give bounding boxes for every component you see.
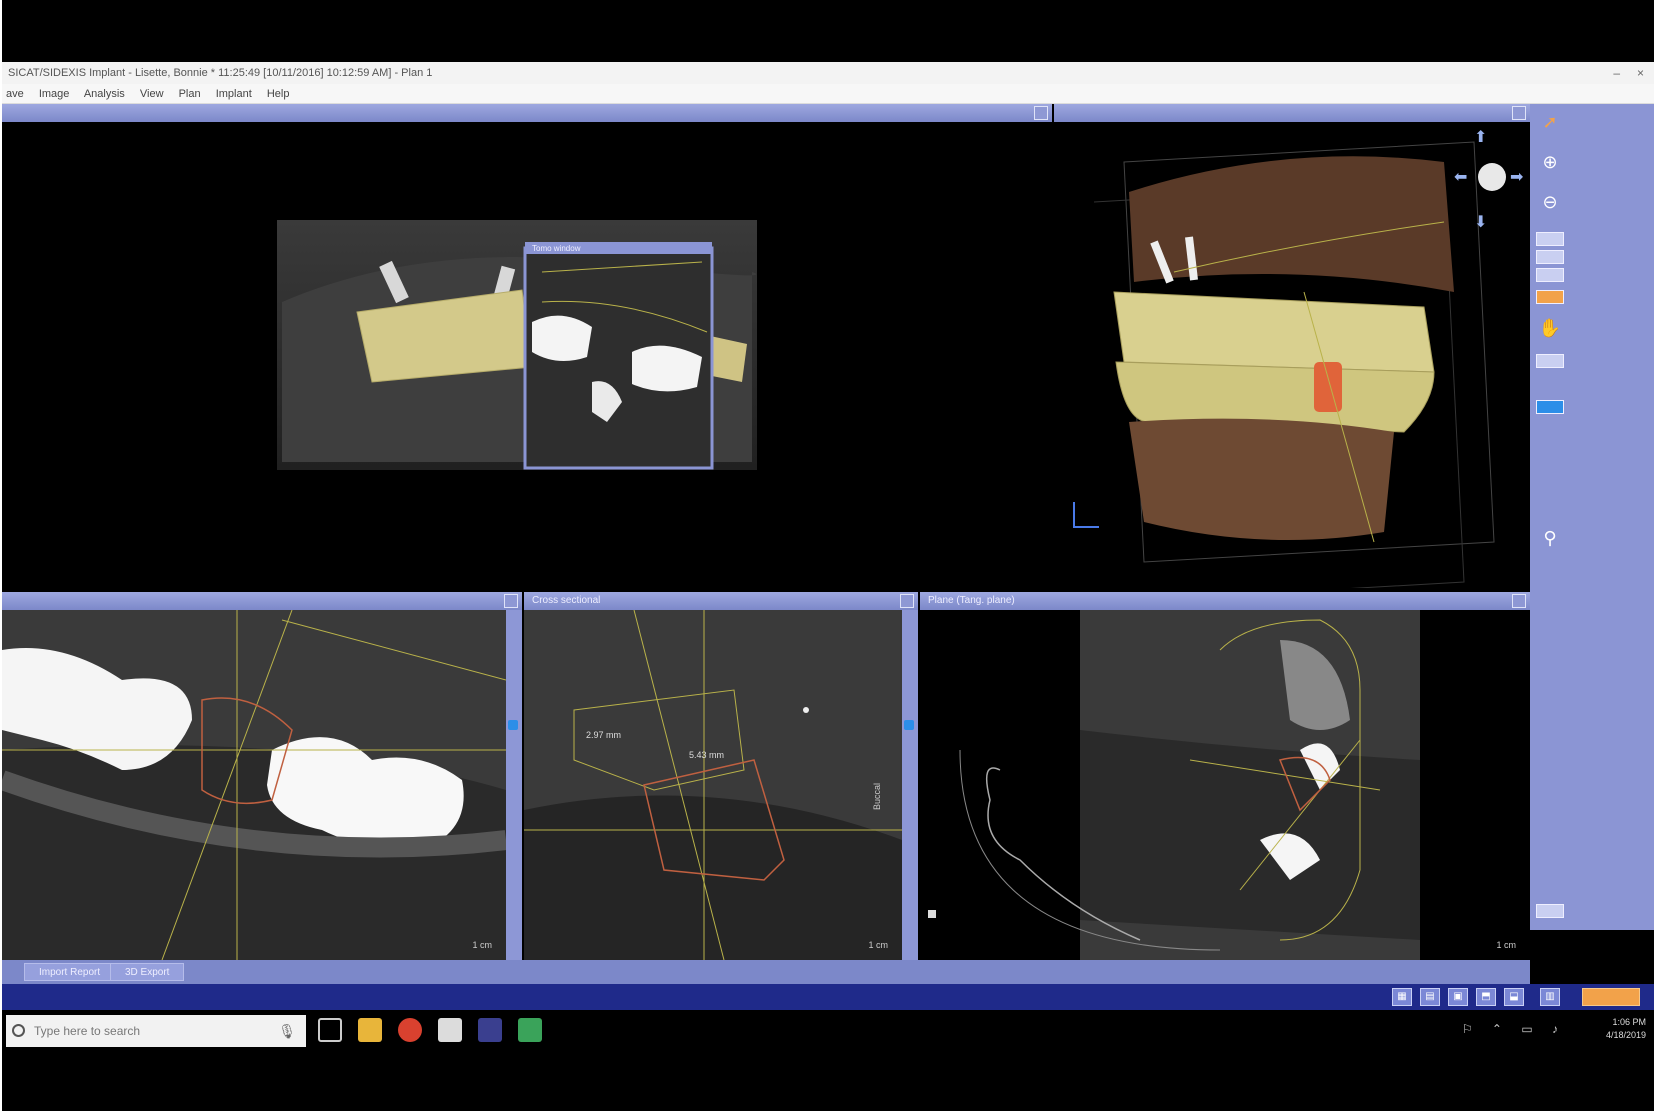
hand-tool-icon[interactable]: ✋ (1536, 314, 1564, 342)
screen-frame: SICAT/SIDEXIS Implant - Lisette, Bonnie … (2, 0, 1654, 1111)
maximize-icon[interactable] (1512, 594, 1526, 608)
axial-view-panel[interactable]: 1 cm (2, 592, 522, 960)
microphone-icon[interactable]: 🎙 (278, 1015, 296, 1047)
print-icon[interactable]: ▥ (1540, 988, 1560, 1006)
active-tool-icon[interactable] (1536, 290, 1564, 304)
tab-import-report[interactable]: Import Report (24, 963, 116, 981)
axial-image[interactable]: 1 cm (2, 610, 506, 960)
menu-bar: ave Image Analysis View Plan Implant Hel… (2, 84, 1654, 104)
menu-help[interactable]: Help (267, 88, 290, 100)
implant-app-icon[interactable] (478, 1018, 502, 1042)
svg-text:➡: ➡ (1510, 167, 1523, 186)
maximize-icon[interactable] (504, 594, 518, 608)
tangential-scale-label: 1 cm (1496, 940, 1516, 950)
panoramic-view-panel[interactable]: Tomo window (2, 104, 1052, 588)
chrome-icon[interactable] (398, 1018, 422, 1042)
menu-plan[interactable]: Plan (179, 88, 201, 100)
volume-3d-view-panel[interactable]: ⬆ ⬇ ⬅ ➡ (1054, 104, 1530, 588)
menu-view[interactable]: View (140, 88, 164, 100)
zoom-in-icon[interactable]: ⊕ (1536, 148, 1564, 176)
menu-implant[interactable]: Implant (216, 88, 252, 100)
close-button[interactable]: × (1637, 62, 1644, 84)
selected-tool-icon[interactable] (1536, 400, 1564, 414)
bottom-bezel (2, 1050, 1654, 1106)
svg-text:⬆: ⬆ (1474, 127, 1487, 146)
slider-thumb[interactable] (904, 720, 914, 730)
panoramic-image[interactable]: Tomo window (2, 122, 1052, 588)
notepad-icon[interactable] (438, 1018, 462, 1042)
export-icon[interactable]: ⬒ (1476, 988, 1496, 1006)
system-tray-icons[interactable]: ⚐ ⌃ ▭ ♪ (1462, 1022, 1566, 1036)
layout-tool-2-icon[interactable] (1536, 250, 1564, 264)
task-view-icon[interactable] (318, 1018, 342, 1042)
cross-section-view-panel[interactable]: Cross sectional 2.97 mm 5.43 mm Buccal 1… (524, 592, 918, 960)
cross-panel-title: Cross sectional (532, 595, 601, 606)
search-placeholder: Type here to search (34, 1024, 141, 1038)
layout-tool-3-icon[interactable] (1536, 268, 1564, 282)
window-title: SICAT/SIDEXIS Implant - Lisette, Bonnie … (8, 67, 433, 79)
window-title-bar: SICAT/SIDEXIS Implant - Lisette, Bonnie … (2, 62, 1654, 84)
maximize-icon[interactable] (900, 594, 914, 608)
minimize-button[interactable]: – (1613, 62, 1620, 84)
buccal-label: Buccal (872, 783, 882, 810)
tab-3d-export[interactable]: 3D Export (110, 963, 185, 981)
zoom-out-icon[interactable]: ⊖ (1536, 188, 1564, 216)
share-icon[interactable]: ⬓ (1504, 988, 1524, 1006)
report-icon[interactable]: ▣ (1448, 988, 1468, 1006)
volume-panel-header (1054, 104, 1530, 122)
pointer-tool-icon[interactable]: ➚ (1536, 108, 1564, 136)
layout-tool-1-icon[interactable] (1536, 232, 1564, 246)
sensor-tool-icon[interactable]: ⚲ (1536, 524, 1564, 552)
tomo-window-label: Tomo window (532, 244, 581, 253)
panoramic-panel-header (2, 104, 1052, 122)
app-bottom-toolbar: ▦ ▤ ▣ ⬒ ⬓ ▥ (2, 984, 1654, 1010)
measurement-depth: 5.43 mm (689, 750, 724, 760)
save-icon[interactable]: ▤ (1420, 988, 1440, 1006)
menu-analysis[interactable]: Analysis (84, 88, 125, 100)
volume-3d-render[interactable]: ⬆ ⬇ ⬅ ➡ (1054, 122, 1530, 588)
cross-panel-header: Cross sectional (524, 592, 918, 610)
remote-app-icon[interactable] (518, 1018, 542, 1042)
search-icon (12, 1024, 25, 1037)
clock-time: 1:06 PM (1612, 1017, 1646, 1027)
tangential-panel-header: Plane (Tang. plane) (920, 592, 1530, 610)
layout-tool-5-icon[interactable] (1536, 904, 1564, 918)
maximize-icon[interactable] (1034, 106, 1048, 120)
system-clock[interactable]: 1:06 PM 4/18/2019 (1606, 1016, 1646, 1042)
svg-text:⬇: ⬇ (1474, 212, 1487, 231)
tangential-view-panel[interactable]: Plane (Tang. plane) 1 cm (920, 592, 1530, 960)
taskbar-search-box[interactable]: Type here to search 🎙 (6, 1015, 306, 1047)
tangential-image[interactable]: 1 cm (920, 610, 1530, 960)
tool-strip: ➚ ⊕ ⊖ ✋ ⚲ (1530, 104, 1654, 930)
layout-tool-4-icon[interactable] (1536, 354, 1564, 368)
axial-slice-slider[interactable] (506, 610, 522, 960)
clock-date: 4/18/2019 (1605, 1030, 1646, 1040)
tangential-panel-title: Plane (Tang. plane) (928, 595, 1015, 606)
menu-save[interactable]: ave (6, 88, 24, 100)
axial-scale-label: 1 cm (472, 940, 492, 950)
cross-section-image[interactable]: 2.97 mm 5.43 mm Buccal 1 cm (524, 610, 902, 960)
grid-icon[interactable]: ▦ (1392, 988, 1412, 1006)
menu-image[interactable]: Image (39, 88, 70, 100)
windows-taskbar: Type here to search 🎙 ⚐ ⌃ ▭ ♪ 1:06 PM 4/… (2, 1010, 1654, 1050)
axial-panel-header (2, 592, 522, 610)
cross-slice-slider[interactable] (902, 610, 918, 960)
maximize-icon[interactable] (1512, 106, 1526, 120)
plan-status-icon[interactable] (1582, 988, 1640, 1006)
file-explorer-icon[interactable] (358, 1018, 382, 1042)
slider-thumb[interactable] (508, 720, 518, 730)
svg-text:⬅: ⬅ (1454, 167, 1467, 186)
measurement-width: 2.97 mm (586, 730, 621, 740)
cross-scale-label: 1 cm (868, 940, 888, 950)
bottom-tab-strip: Import Report 3D Export (2, 960, 1530, 984)
